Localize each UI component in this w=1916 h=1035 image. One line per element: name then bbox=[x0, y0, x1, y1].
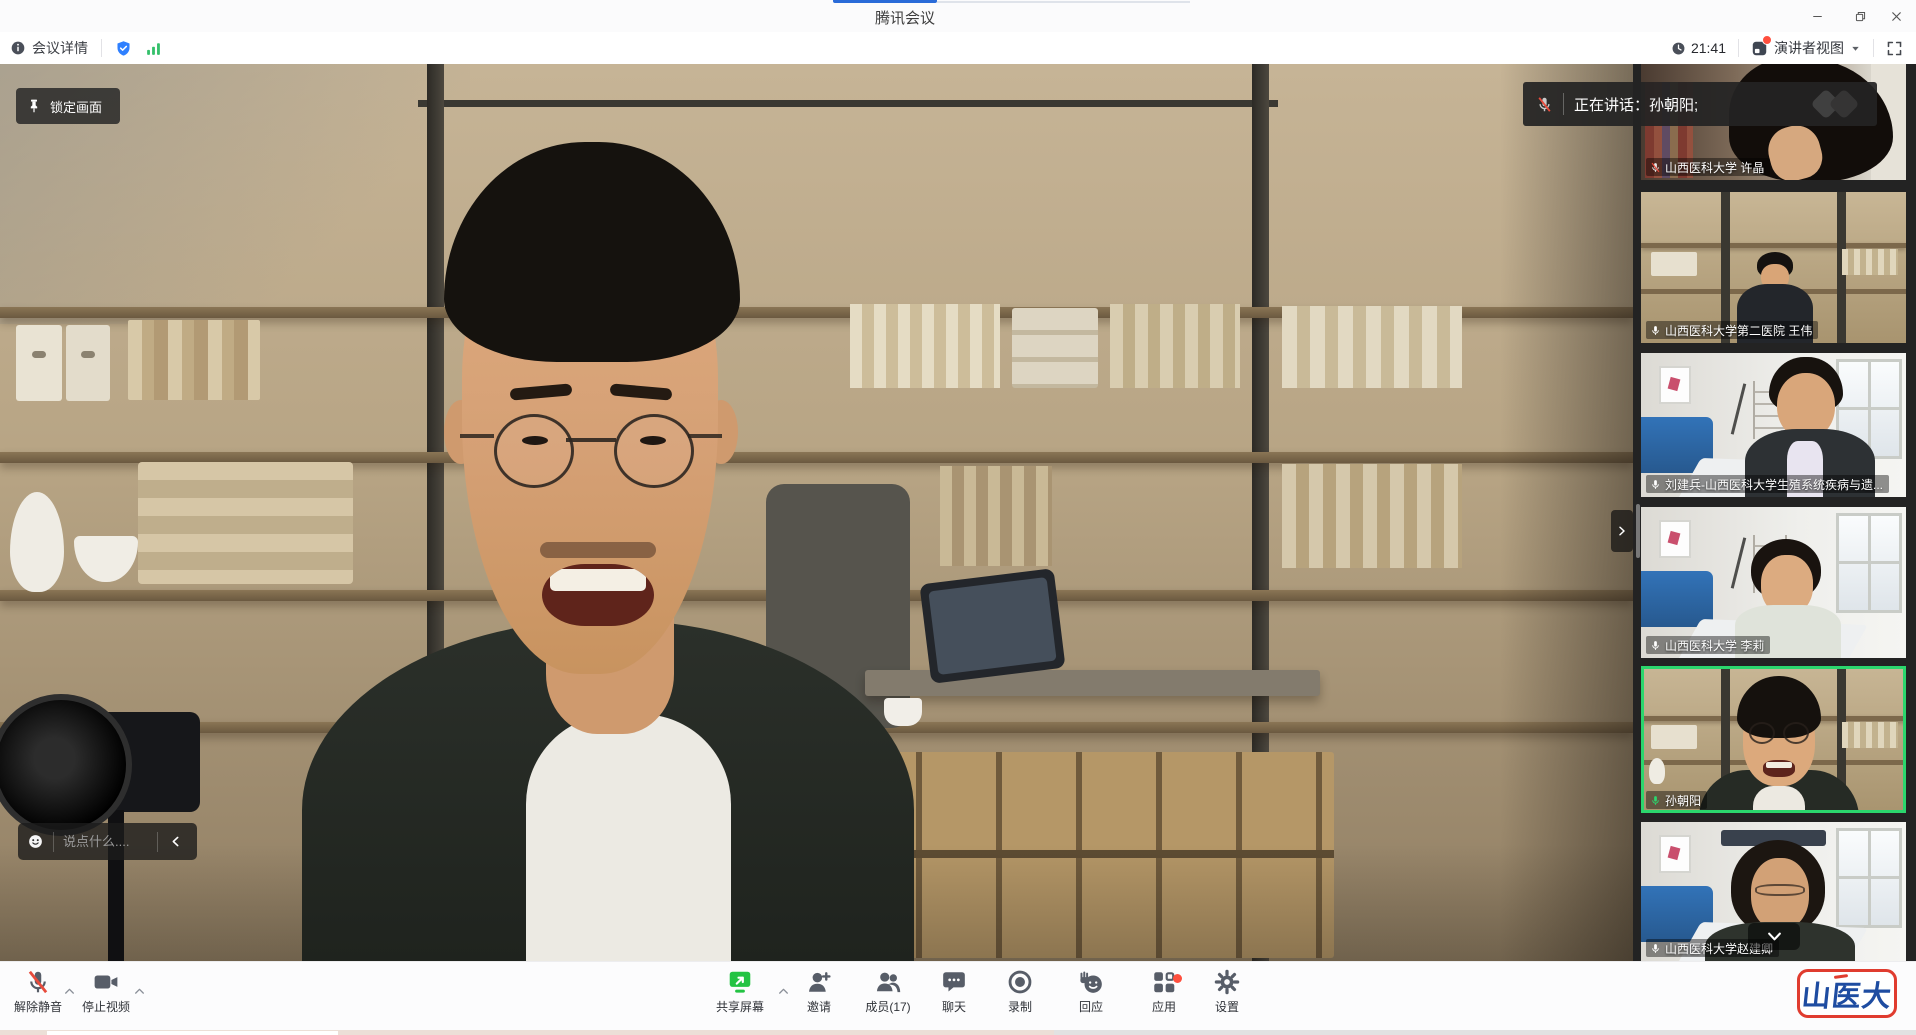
chevron-down-icon bbox=[1850, 43, 1861, 54]
apps-grid-icon bbox=[1151, 969, 1177, 995]
clock-icon bbox=[1671, 41, 1686, 56]
mic-on-icon bbox=[1650, 640, 1661, 651]
pin-icon bbox=[26, 98, 42, 114]
participant-tile[interactable]: 孙朝阳 bbox=[1641, 666, 1906, 813]
members-icon bbox=[875, 969, 901, 995]
participant-name-label: 刘建兵-山西医科大学生殖系统疾病与遗... bbox=[1646, 475, 1889, 493]
chevron-right-icon bbox=[1616, 525, 1628, 537]
record-icon bbox=[1007, 969, 1033, 995]
quick-chat-bar bbox=[18, 823, 197, 860]
participant-name-label: 山西医科大学第二医院 王伟 bbox=[1646, 321, 1818, 339]
meeting-details-button[interactable]: 会议详情 bbox=[10, 38, 88, 58]
notification-handle-track bbox=[937, 1, 1190, 3]
vase bbox=[10, 492, 64, 592]
participant-tile[interactable]: 山西医科大学 李莉 bbox=[1641, 507, 1906, 658]
sidebar-scrollbar[interactable] bbox=[1636, 504, 1640, 558]
meeting-details-label: 会议详情 bbox=[32, 38, 88, 58]
mic-muted-icon bbox=[1650, 162, 1661, 173]
invite-icon bbox=[806, 969, 832, 995]
divider bbox=[1873, 39, 1874, 57]
mic-muted-icon bbox=[25, 969, 51, 995]
collapse-chat-icon[interactable] bbox=[169, 835, 182, 848]
view-mode-button[interactable]: 演讲者视图 bbox=[1751, 38, 1861, 58]
mic-on-icon bbox=[1650, 325, 1661, 336]
participants-sidebar: 山西医科大学 许晶 山西医科大学第二医院 王伟 刘建兵-山西医科大学生殖系统疾病… bbox=[1633, 64, 1916, 961]
bottom-toolbar: 解除静音 停止视频 共享屏幕 邀请 成员(17) 聊天 录制 bbox=[0, 961, 1916, 1031]
share-screen-icon bbox=[727, 969, 753, 995]
speaking-text: 正在讲话：孙朝阳; bbox=[1574, 94, 1698, 115]
reaction-smiley-icon bbox=[1078, 969, 1104, 995]
camera-icon bbox=[93, 969, 119, 995]
network-signal-icon[interactable] bbox=[145, 40, 162, 57]
divider bbox=[101, 39, 102, 57]
titlebar: 腾讯会议 bbox=[0, 0, 1916, 33]
window-title: 腾讯会议 bbox=[875, 7, 935, 28]
mic-on-icon bbox=[1650, 943, 1661, 954]
glasses bbox=[494, 414, 574, 488]
active-speaker-banner: 正在讲话：孙朝阳; bbox=[1523, 82, 1877, 126]
settings-button[interactable]: 设置 bbox=[1184, 969, 1270, 1015]
participant-tile[interactable]: 刘建兵-山西医科大学生殖系统疾病与遗... bbox=[1641, 353, 1906, 497]
participant-tile[interactable]: 山西医科大学第二医院 王伟 bbox=[1641, 192, 1906, 343]
os-taskbar-edge bbox=[0, 1030, 1916, 1035]
storage-box bbox=[16, 325, 62, 401]
view-mode-label: 演讲者视图 bbox=[1774, 38, 1844, 58]
divider bbox=[1738, 39, 1739, 57]
scroll-participants-button[interactable] bbox=[1748, 923, 1800, 950]
divider bbox=[53, 832, 54, 852]
muted-mic-icon bbox=[1536, 96, 1553, 113]
apps-badge bbox=[1173, 974, 1182, 983]
pin-view-button[interactable]: 锁定画面 bbox=[16, 88, 120, 124]
emoji-button[interactable] bbox=[27, 833, 44, 850]
pin-label: 锁定画面 bbox=[50, 97, 102, 116]
notification-dot bbox=[1762, 35, 1772, 45]
watermark-logo-icon bbox=[1813, 90, 1863, 118]
minimize-button[interactable] bbox=[1800, 3, 1834, 29]
divider bbox=[157, 832, 158, 852]
fullscreen-button[interactable] bbox=[1886, 40, 1903, 57]
participant-name-label: 山西医科大学 李莉 bbox=[1646, 636, 1770, 654]
sidebar-collapse-button[interactable] bbox=[1611, 510, 1633, 552]
chevron-down-icon bbox=[1766, 928, 1783, 945]
tencent-meeting-window: 腾讯会议 会议详情 21:41 演讲者视图 bbox=[0, 0, 1916, 1035]
meeting-time: 21:41 bbox=[1691, 40, 1726, 56]
info-icon bbox=[10, 40, 26, 56]
notification-handle[interactable] bbox=[833, 0, 937, 3]
main-video-feed bbox=[0, 64, 1633, 961]
close-button[interactable] bbox=[1879, 3, 1913, 29]
video-options-caret[interactable] bbox=[133, 985, 146, 998]
chat-input[interactable] bbox=[61, 833, 157, 850]
security-shield-icon[interactable] bbox=[115, 40, 132, 57]
tablet bbox=[919, 568, 1065, 684]
meeting-timer: 21:41 bbox=[1671, 40, 1726, 56]
top-toolbar: 会议详情 21:41 演讲者视图 bbox=[0, 32, 1916, 65]
chat-bubble-icon bbox=[941, 969, 967, 995]
gear-icon bbox=[1214, 969, 1240, 995]
participant-name-label: 山西医科大学 许晶 bbox=[1646, 158, 1770, 176]
university-logo: 山医大 bbox=[1797, 969, 1897, 1018]
share-screen-button[interactable]: 共享屏幕 bbox=[697, 969, 783, 1015]
restore-button[interactable] bbox=[1843, 3, 1877, 29]
mic-on-icon bbox=[1650, 479, 1661, 490]
divider bbox=[1563, 93, 1564, 115]
speaking-border bbox=[1641, 666, 1906, 813]
